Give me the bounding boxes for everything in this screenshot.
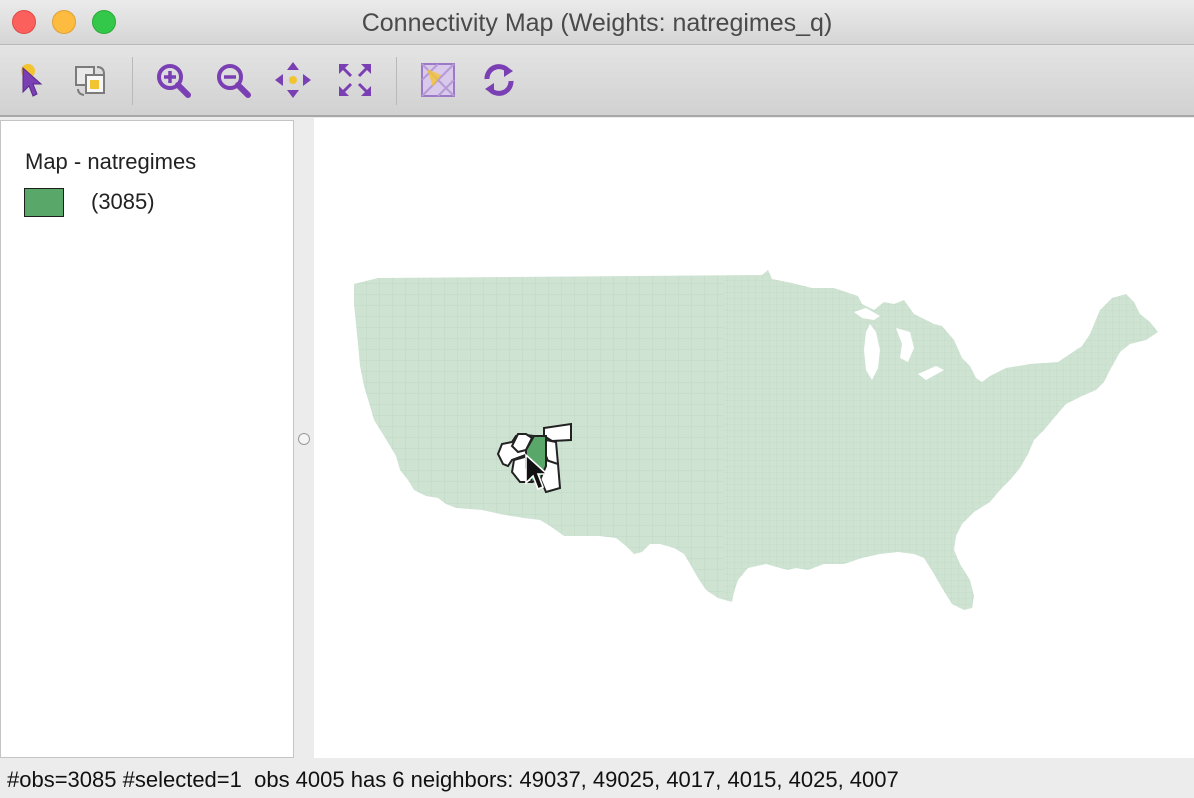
refresh-icon: [484, 64, 514, 96]
selection-mode-icon: [75, 66, 105, 96]
zoom-out-icon: [217, 64, 251, 98]
basemap-tool-button[interactable]: [417, 59, 459, 101]
refresh-tool-button[interactable]: [478, 59, 520, 101]
toolbar: [0, 45, 1194, 117]
fit-extent-tool-button[interactable]: [334, 59, 376, 101]
status-bar: #obs=3085 #selected=1 obs 4005 has 6 nei…: [0, 760, 1194, 798]
connectivity-map[interactable]: [314, 118, 1194, 758]
status-text: #obs=3085 #selected=1 obs 4005 has 6 nei…: [7, 767, 899, 792]
legend-category-label: (3085): [91, 189, 155, 214]
map-canvas[interactable]: [314, 118, 1194, 758]
pan-icon: [275, 62, 311, 98]
selection-mode-tool-button[interactable]: [70, 59, 112, 101]
basemap-icon: [421, 63, 455, 97]
neighbor-county[interactable]: [543, 422, 572, 443]
legend-swatch[interactable]: [24, 188, 64, 217]
fit-extent-icon: [339, 64, 371, 96]
splitter-handle[interactable]: [298, 433, 310, 445]
toolbar-separator: [396, 57, 397, 105]
county-boundaries: [354, 270, 1158, 610]
select-tool-button[interactable]: [12, 59, 54, 101]
zoom-out-tool-button[interactable]: [212, 59, 254, 101]
legend-title: Map - natregimes: [25, 149, 197, 174]
pointer-icon: [21, 64, 43, 97]
title-bar: Connectivity Map (Weights: natregimes_q): [0, 0, 1194, 45]
toolbar-separator: [132, 57, 133, 105]
panel-splitter[interactable]: [294, 118, 314, 758]
legend-panel: Map - natregimes (3085): [0, 120, 294, 758]
window-title: Connectivity Map (Weights: natregimes_q): [361, 9, 833, 37]
zoom-in-icon: [157, 64, 191, 98]
zoom-in-tool-button[interactable]: [152, 59, 194, 101]
pan-tool-button[interactable]: [272, 59, 314, 101]
